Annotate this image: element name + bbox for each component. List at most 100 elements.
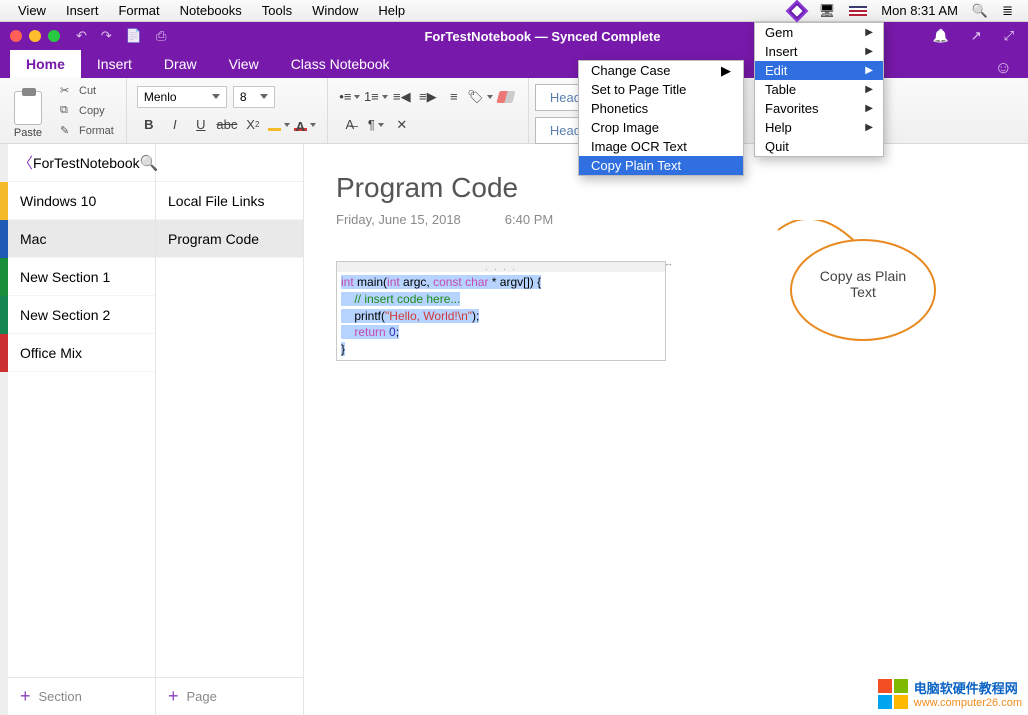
watermark-title: 电脑软硬件教程网 [914,681,1018,696]
page-title[interactable]: Program Code [336,172,996,204]
ribbon-tab-insert[interactable]: Insert [81,50,148,78]
font-color-button[interactable]: A [293,114,317,136]
section-item[interactable]: Office Mix [8,334,155,372]
back-icon[interactable]: 〈 [18,152,33,173]
bold-button[interactable]: B [137,114,161,136]
italic-button[interactable]: I [163,114,187,136]
add-section-label: Section [39,689,82,704]
gem-menu-item[interactable]: Edit▶ [755,61,883,80]
file-icon[interactable] [126,28,142,44]
section-color-strip [0,144,8,715]
add-page-button[interactable]: +Page [156,677,303,715]
code-container[interactable]: ↔ . . . . int main(int argc, const char … [336,261,666,361]
font-size-select[interactable]: 8 [233,86,275,108]
bullets-button[interactable]: •≡ [338,86,362,108]
notifications-icon[interactable] [933,28,949,44]
fullscreen-icon[interactable] [1004,28,1014,44]
menubar-item[interactable]: Help [368,0,415,21]
page-date: Friday, June 15, 2018 [336,212,461,227]
watermark: 电脑软硬件教程网www.computer26.com [878,678,1022,709]
ribbon-tab-home[interactable]: Home [10,50,81,78]
input-flag-icon[interactable] [842,6,874,16]
chevron-down-icon [260,94,268,99]
display-icon[interactable] [812,3,843,19]
section-item[interactable]: New Section 2 [8,296,155,334]
strikethrough-button[interactable]: abc [215,114,239,136]
font-family-value: Menlo [144,90,177,104]
notebook-title[interactable]: ForTestNotebook [33,155,140,171]
submenu-item[interactable]: Set to Page Title [579,80,743,99]
plus-icon: + [168,686,179,707]
menubar-item[interactable]: Tools [252,0,302,21]
format-painter-button[interactable]: Format [56,122,118,140]
menubar-clock[interactable]: Mon 8:31 AM [874,3,965,18]
ribbon-tab-draw[interactable]: Draw [148,50,213,78]
section-item[interactable]: Mac [8,220,155,258]
zoom-window-icon[interactable] [48,30,60,42]
undo-icon[interactable] [76,28,87,44]
notification-center-icon[interactable] [995,3,1020,19]
minimize-window-icon[interactable] [29,30,41,42]
container-drag-handle[interactable]: . . . . [337,262,665,272]
print-icon[interactable] [156,28,166,44]
ribbon-tab-class-notebook[interactable]: Class Notebook [275,50,406,78]
search-icon[interactable] [140,154,159,172]
add-section-button[interactable]: +Section [8,677,155,715]
clear-format-button[interactable]: A̶ [338,114,362,136]
format-label: Format [79,125,114,137]
gem-menu-item[interactable]: Gem▶ [755,23,883,42]
watermark-url: www.computer26.com [914,697,1022,709]
section-item[interactable]: New Section 1 [8,258,155,296]
delete-button[interactable]: ✕ [390,114,414,136]
copy-icon [60,104,74,118]
menubar-item[interactable]: Format [108,0,169,21]
close-window-icon[interactable] [10,30,22,42]
subscript-button[interactable]: X2 [241,114,265,136]
gem-menubar-icon[interactable] [782,3,812,19]
align-button[interactable]: ≡ [442,86,466,108]
gem-menu-item[interactable]: Help▶ [755,118,883,137]
copy-button[interactable]: Copy [56,102,118,120]
page-time: 6:40 PM [505,212,553,227]
redo-icon[interactable] [101,28,112,44]
submenu-item[interactable]: Phonetics [579,99,743,118]
quick-access-toolbar [70,28,166,44]
menubar-item[interactable]: Window [302,0,368,21]
styles-button[interactable]: ¶ [364,114,388,136]
submenu-item-copy-plain-text[interactable]: Copy Plain Text [579,156,743,175]
submenu-item[interactable]: Change Case▶ [579,61,743,80]
gem-menu-item[interactable]: Quit [755,137,883,156]
submenu-item[interactable]: Image OCR Text [579,137,743,156]
gem-menu-item[interactable]: Table▶ [755,80,883,99]
annotation-callout: Copy as Plain Text [768,220,938,350]
code-body[interactable]: int main(int argc, const char * argv[]) … [337,272,665,360]
cut-button[interactable]: Cut [56,82,118,100]
section-item[interactable]: Windows 10 [8,182,155,220]
highlight-button[interactable] [267,114,291,136]
font-family-select[interactable]: Menlo [137,86,227,108]
submenu-item[interactable]: Crop Image [579,118,743,137]
tag-button[interactable]: 🏷 [468,86,492,108]
gem-main-menu: Gem▶ Insert▶ Edit▶ Table▶ Favorites▶ Hel… [754,22,884,157]
menubar-item[interactable]: Insert [56,0,109,21]
numbering-button[interactable]: 1≡ [364,86,388,108]
outdent-button[interactable]: ≡◀ [390,86,414,108]
macos-menubar: View Insert Format Notebooks Tools Windo… [0,0,1028,22]
page-item[interactable]: Program Code [156,220,303,258]
menubar-item[interactable]: View [8,0,56,21]
gem-menu-item[interactable]: Insert▶ [755,42,883,61]
feedback-icon[interactable]: ☺ [979,58,1028,78]
copy-label: Copy [79,105,105,117]
page-item[interactable]: Local File Links [156,182,303,220]
indent-button[interactable]: ≡▶ [416,86,440,108]
share-icon[interactable] [971,28,982,44]
eraser-icon [496,91,515,103]
paste-button[interactable]: Paste [4,82,52,139]
resize-handle-icon[interactable]: ↔ [664,258,673,268]
eraser-button[interactable] [494,86,518,108]
menubar-item[interactable]: Notebooks [170,0,252,21]
ribbon-tab-view[interactable]: View [213,50,275,78]
underline-button[interactable]: U [189,114,213,136]
gem-menu-item[interactable]: Favorites▶ [755,99,883,118]
spotlight-icon[interactable] [965,3,995,19]
